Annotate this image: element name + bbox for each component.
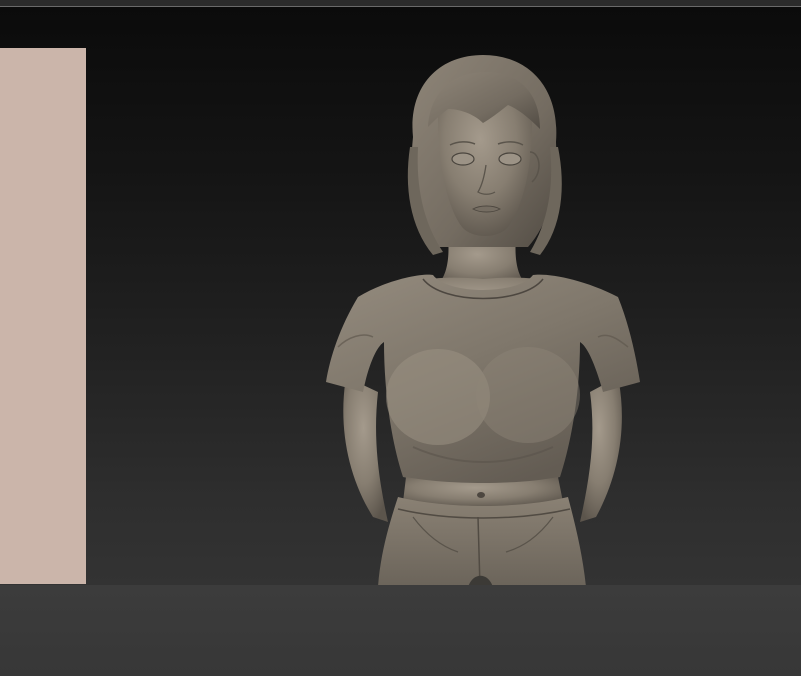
shorts	[378, 497, 586, 585]
left-arm	[343, 377, 388, 522]
material-color-swatch[interactable]	[0, 48, 86, 584]
3d-viewport-canvas[interactable]	[0, 7, 801, 585]
right-arm	[580, 377, 622, 522]
window-top-border	[0, 0, 801, 7]
sculpt-app-window	[0, 0, 801, 676]
bottom-shelf-panel	[0, 585, 801, 676]
sculpt-model-icon[interactable]	[318, 47, 648, 585]
